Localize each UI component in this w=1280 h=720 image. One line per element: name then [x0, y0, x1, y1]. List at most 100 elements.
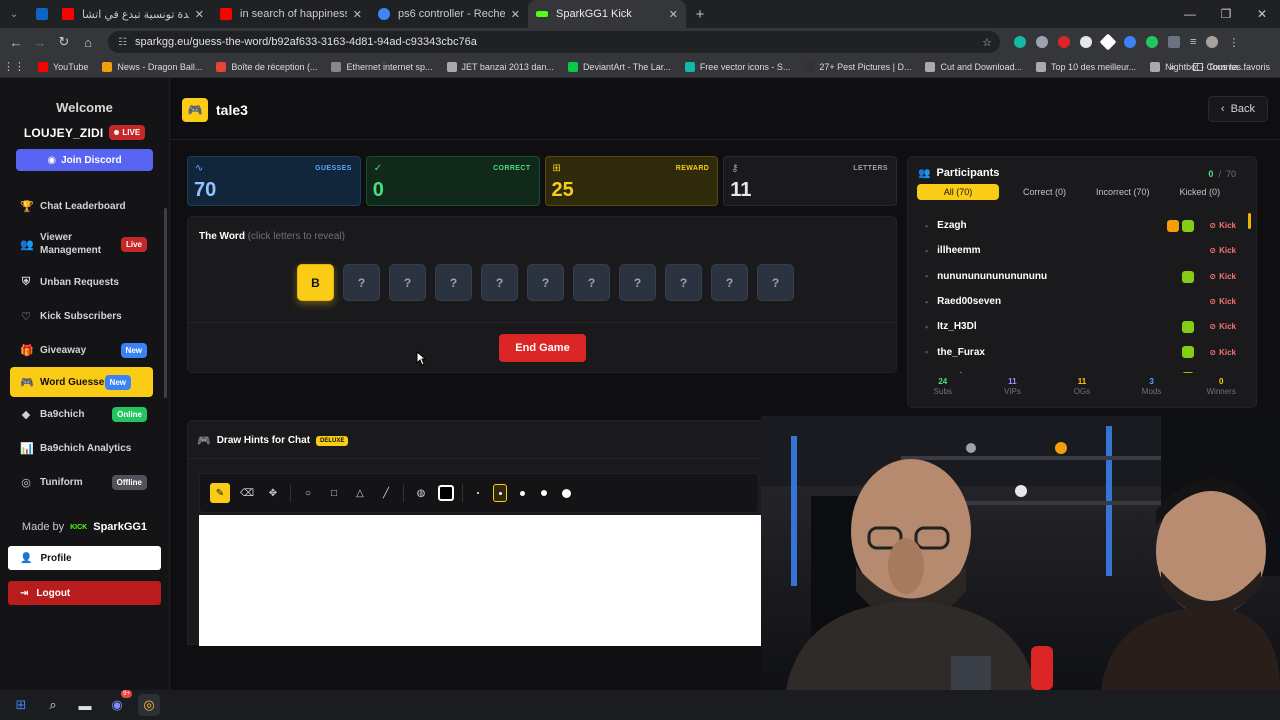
kick-button[interactable]: ⊘ Kick	[1209, 297, 1236, 306]
extension-icon[interactable]	[1124, 36, 1136, 48]
sidebar-item-chat-leaderboard[interactable]: 🏆 Chat Leaderboard	[0, 189, 169, 223]
brush-size-l[interactable]	[537, 484, 551, 502]
sidebar-scrollbar[interactable]	[164, 208, 167, 398]
move-icon[interactable]: ✥	[264, 484, 282, 502]
url-bar[interactable]: ☷ sparkgg.eu/guess-the-word/b92af633-316…	[108, 31, 1000, 53]
letter-tile[interactable]: ?	[435, 264, 472, 301]
back-button[interactable]: ‹ Back	[1208, 96, 1268, 122]
sidebar-item-ba9chich-analytics[interactable]: 📊 Ba9chich Analytics	[0, 431, 169, 465]
puzzle-icon[interactable]	[1168, 36, 1180, 48]
profile-avatar[interactable]	[1206, 36, 1219, 48]
participant-tab[interactable]: All (70)	[917, 184, 999, 200]
bookmark-item[interactable]: Ethernet internet sp...	[331, 61, 433, 72]
kick-button[interactable]: ⊘ Kick	[1209, 221, 1236, 230]
site-info-icon[interactable]: ☷	[118, 37, 127, 48]
browser-tab-0[interactable]: دلندة سيدة تونسية تبدع في اتشا... ✕	[54, 0, 212, 28]
extension-icon[interactable]	[1014, 36, 1026, 48]
bookmark-item[interactable]: Top 10 des meilleur...	[1036, 61, 1136, 72]
sidebar-item-kick-subscribers[interactable]: ♡ Kick Subscribers	[0, 299, 169, 333]
letter-tile[interactable]: ?	[711, 264, 748, 301]
close-tab-icon[interactable]: ✕	[511, 8, 520, 21]
bookmark-item[interactable]: YouTube	[38, 61, 88, 72]
bookmark-item[interactable]: DeviantArt - The Lar...	[567, 61, 671, 72]
close-tab-icon[interactable]: ✕	[195, 8, 204, 21]
search-icon[interactable]: ⌕	[42, 694, 64, 716]
new-tab-icon[interactable]: +	[686, 6, 714, 23]
drawing-canvas[interactable]	[199, 515, 761, 646]
windows-start-icon[interactable]: ⊞	[10, 694, 32, 716]
brush-size-xl[interactable]	[559, 484, 573, 502]
bookmark-star-icon[interactable]: ☆	[982, 36, 992, 49]
sidebar-item-giveaway[interactable]: 🎁 Giveaway New	[0, 333, 169, 367]
extension-icon[interactable]	[1099, 33, 1117, 51]
maximize-icon[interactable]: ❐	[1208, 0, 1244, 28]
back-arrow-icon[interactable]: ←	[4, 35, 28, 50]
triangle-tool-icon[interactable]: △	[351, 484, 369, 502]
chrome-icon[interactable]: ◎	[138, 694, 160, 716]
eraser-icon[interactable]: ⌫	[238, 484, 256, 502]
close-tab-icon[interactable]: ✕	[353, 8, 362, 21]
close-window-icon[interactable]: ✕	[1244, 0, 1280, 28]
letter-tile[interactable]: ?	[527, 264, 564, 301]
participant-tab[interactable]: Correct (0)	[1011, 184, 1078, 200]
participant-tab[interactable]: Kicked (0)	[1168, 184, 1233, 200]
bookmark-item[interactable]: Boîte de réception (...	[216, 61, 317, 72]
sidebar-item-viewer-management[interactable]: 👥 Viewer Management Live	[0, 223, 169, 265]
letter-tile[interactable]: ?	[573, 264, 610, 301]
letter-tile[interactable]: ?	[481, 264, 518, 301]
made-by-name[interactable]: SparkGG1	[93, 521, 147, 533]
logout-button[interactable]: ⇥ Logout	[8, 581, 161, 605]
tab-search-icon[interactable]: ⌄	[0, 0, 28, 28]
kick-button[interactable]: ⊘ Kick	[1209, 246, 1236, 255]
sidebar-item-tuniform[interactable]: ◎ Tuniform Offline	[0, 465, 169, 499]
brush-size-m[interactable]	[515, 484, 529, 502]
home-icon[interactable]: ⌂	[76, 35, 100, 50]
chevron-right-icon[interactable]: »	[1170, 62, 1175, 72]
forward-arrow-icon[interactable]: →	[28, 35, 52, 50]
participant-scrollbar[interactable]	[1248, 213, 1251, 229]
letter-tile[interactable]: ?	[757, 264, 794, 301]
extension-icon[interactable]	[1080, 36, 1092, 48]
sidebar-item-ba9chich[interactable]: ◆ Ba9chich Online	[0, 397, 169, 431]
brush-size-xs[interactable]	[471, 484, 485, 502]
camera-extension-icon[interactable]	[1036, 36, 1048, 48]
bookmark-item[interactable]: News - Dragon Ball...	[102, 61, 202, 72]
kick-button[interactable]: ⊘ Kick	[1209, 322, 1236, 331]
line-tool-icon[interactable]: ╱	[377, 484, 395, 502]
profile-button[interactable]: 👤 Profile	[8, 546, 161, 570]
browser-tab-1[interactable]: in search of happiness - YouTube ✕	[212, 0, 370, 28]
kebab-menu-icon[interactable]: ⋮	[1228, 36, 1239, 49]
browser-tab-2[interactable]: ps6 controller - Recherche Goo... ✕	[370, 0, 528, 28]
reading-list-icon[interactable]: ≡	[1190, 36, 1196, 48]
end-game-button[interactable]: End Game	[499, 334, 586, 362]
discord-icon[interactable]: ◉ 9+	[106, 690, 132, 716]
bookmark-item[interactable]: Cut and Download...	[925, 61, 1022, 72]
letter-tile[interactable]: ?	[389, 264, 426, 301]
close-tab-icon[interactable]: ✕	[669, 8, 678, 21]
circle-tool-icon[interactable]: ○	[299, 484, 317, 502]
kick-button[interactable]: ⊘ Kick	[1209, 272, 1236, 281]
extension-icon[interactable]	[1058, 36, 1070, 48]
all-bookmarks[interactable]: » Tous les favoris	[1170, 62, 1270, 72]
letter-tile[interactable]: ?	[665, 264, 702, 301]
pencil-icon[interactable]: ✎	[210, 483, 230, 503]
sidebar-item-unban-requests[interactable]: ⛨ Unban Requests	[0, 265, 169, 299]
bookmark-item[interactable]: 27+ Pest Pictures | D...	[804, 61, 911, 72]
letter-tile[interactable]: B	[297, 264, 334, 301]
brush-size-s[interactable]	[493, 484, 507, 502]
sidebar-item-word-guesser[interactable]: 🎮 Word Guesser New	[10, 367, 153, 397]
color-swatch[interactable]	[438, 485, 454, 501]
extension-icon[interactable]	[1146, 36, 1158, 48]
join-discord-button[interactable]: ◉ Join Discord	[16, 149, 153, 171]
reload-icon[interactable]: ↻	[52, 34, 76, 50]
browser-tab-3[interactable]: SparkGG1 Kick ✕	[528, 0, 686, 28]
letter-tile[interactable]: ?	[343, 264, 380, 301]
file-explorer-icon[interactable]: ▬	[74, 694, 96, 716]
kick-button[interactable]: ⊘ Kick	[1209, 348, 1236, 357]
apps-grid-icon[interactable]: ⋮⋮	[0, 60, 28, 73]
bookmark-item[interactable]: JET banzai 2013 dan...	[446, 61, 554, 72]
pinned-tab-linkedin[interactable]	[28, 0, 54, 28]
minimize-icon[interactable]: —	[1172, 0, 1208, 28]
rectangle-tool-icon[interactable]: □	[325, 484, 343, 502]
letter-tile[interactable]: ?	[619, 264, 656, 301]
